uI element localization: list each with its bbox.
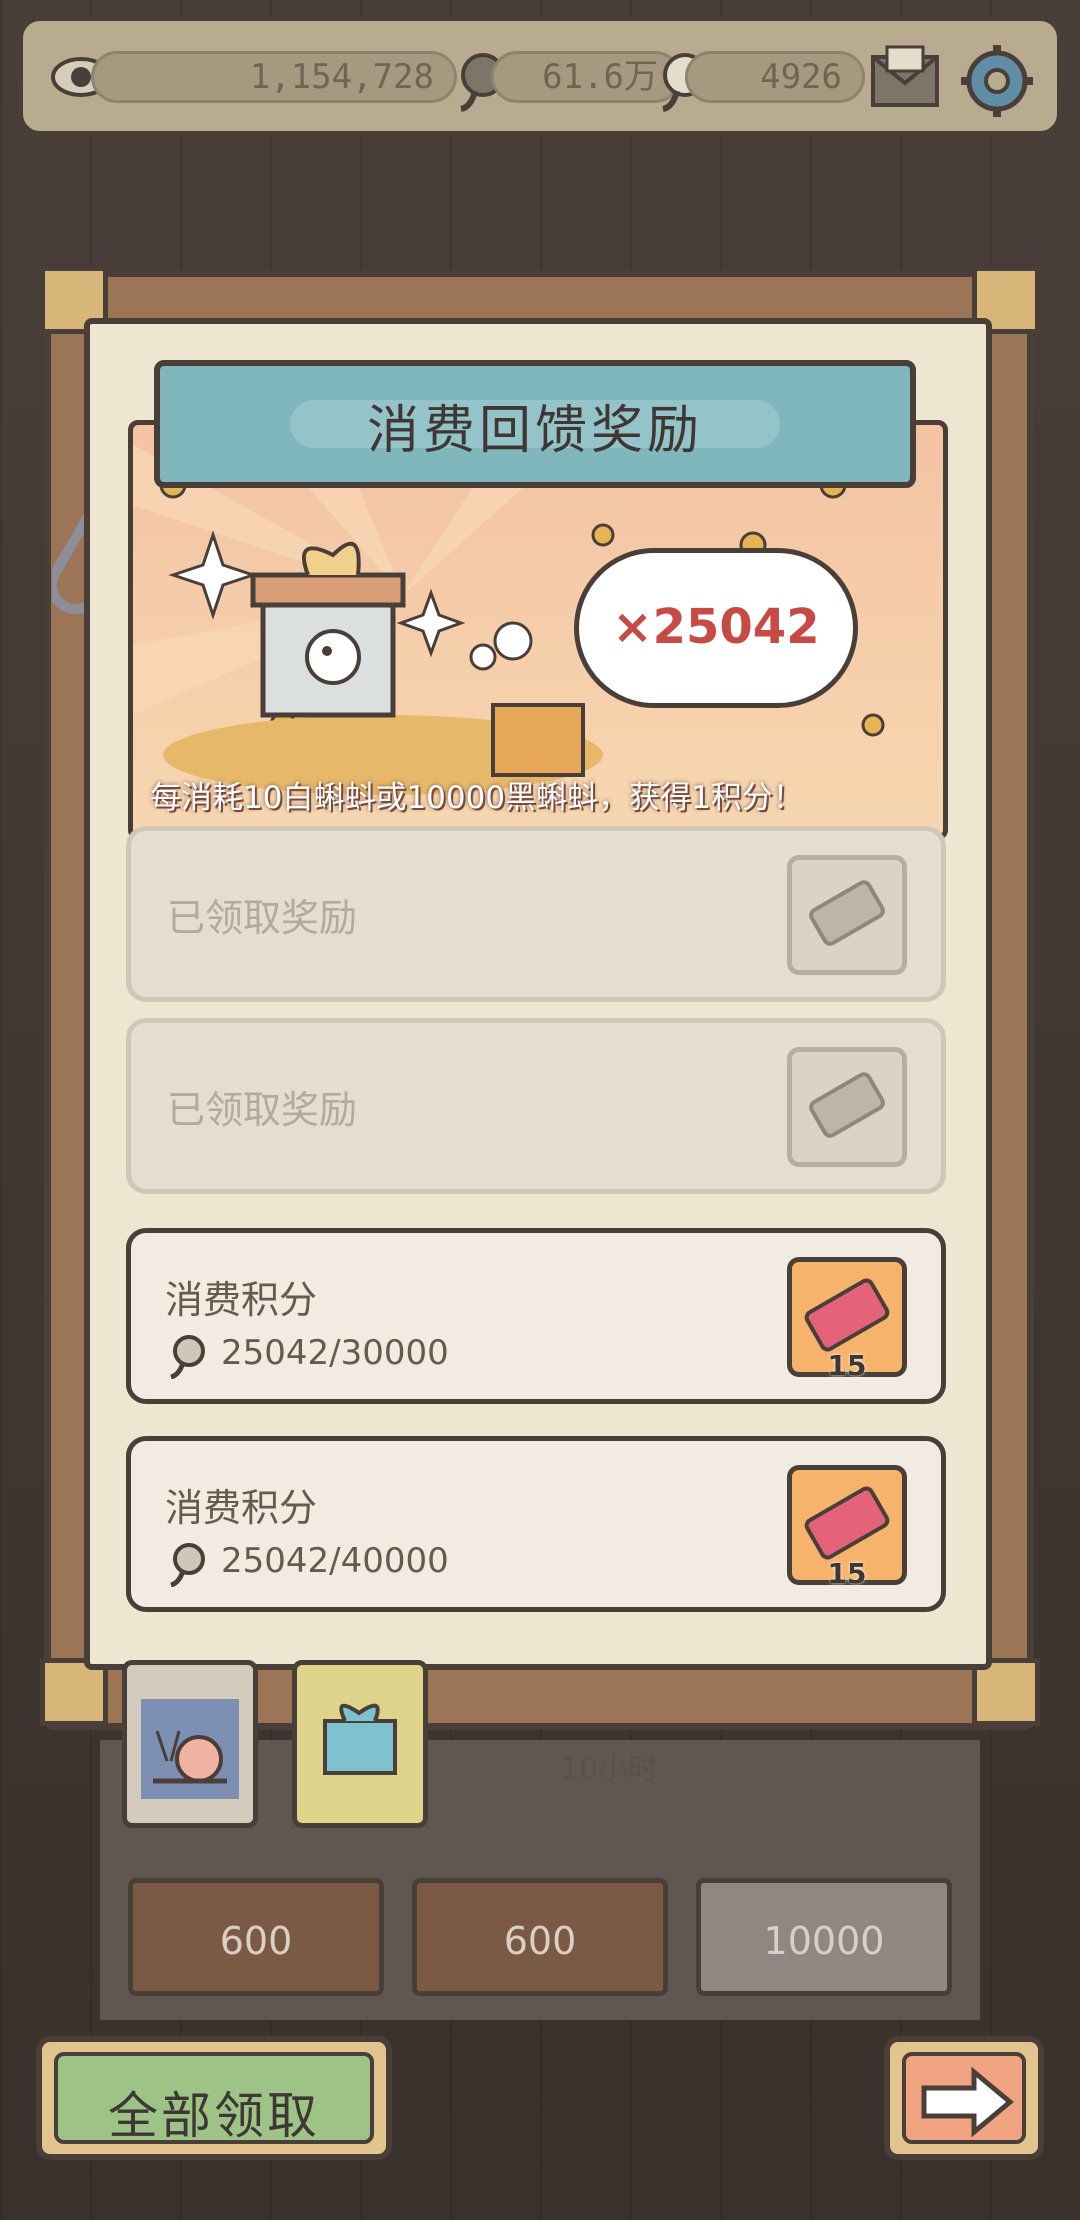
- reward-row-claimed: 已领取奖励: [126, 1018, 946, 1194]
- points-cloud: ×25042: [574, 548, 858, 708]
- views-counter: 1,154,728: [91, 51, 457, 103]
- settings-gear-icon[interactable]: [957, 41, 1037, 121]
- points-rule-text: 每消耗10白蝌蚪或10000黑蝌蚪，获得1积分！: [150, 780, 804, 816]
- claimed-label: 已领取奖励: [167, 1088, 358, 1132]
- tab-gift[interactable]: [292, 1660, 428, 1828]
- claimed-label: 已领取奖励: [167, 896, 358, 940]
- gift-box-icon: [323, 1703, 397, 1775]
- reward-count: 15: [827, 1557, 867, 1590]
- row-title: 消费积分: [165, 1278, 318, 1322]
- tadpole-points-icon: [170, 1335, 205, 1379]
- row-title: 消费积分: [165, 1486, 318, 1530]
- ticket-reward-claimed: [787, 1047, 907, 1167]
- ticket-icon: [809, 880, 885, 946]
- snail-icon: [141, 1699, 239, 1799]
- next-button-face: [902, 2052, 1026, 2144]
- white-tadpole-value: 4926: [760, 57, 842, 97]
- resource-bar: 1,154,728 61.6万 4926: [18, 16, 1062, 136]
- reward-row[interactable]: 消费积分 25042/40000 15: [126, 1436, 946, 1612]
- chest-price: 600: [503, 1919, 577, 1963]
- views-value: 1,154,728: [249, 57, 434, 97]
- next-button[interactable]: [884, 2036, 1044, 2160]
- chest-slot[interactable]: 600: [412, 1878, 668, 1996]
- row-progress: 25042/30000: [221, 1333, 449, 1373]
- reward-count: 15: [827, 1349, 867, 1382]
- claim-all-label: 全部领取: [108, 2087, 320, 2145]
- panel-title: 消费回馈奖励: [366, 401, 703, 461]
- tab-snail[interactable]: [122, 1660, 258, 1828]
- black-tadpole-counter: 61.6万: [491, 51, 681, 103]
- claim-all-button-face: 全部领取: [54, 2052, 374, 2145]
- chest-price: 600: [219, 1919, 293, 1963]
- tadpole-points-icon: [170, 1543, 205, 1587]
- chest-slot[interactable]: 600: [128, 1878, 384, 1996]
- chest-price: 10000: [763, 1919, 885, 1963]
- ticket-reward-claimed: [787, 855, 907, 975]
- timer-text: 10小时: [560, 1752, 659, 1787]
- row-progress: 25042/40000: [221, 1541, 449, 1581]
- arrow-right-icon: [921, 2066, 1014, 2138]
- mail-icon[interactable]: [867, 43, 947, 115]
- black-tadpole-value: 61.6万: [542, 57, 658, 97]
- ticket-icon: [809, 1072, 885, 1138]
- chest-slot[interactable]: 10000: [696, 1878, 952, 1996]
- title-banner: 消费回馈奖励: [154, 360, 916, 488]
- claim-all-button[interactable]: 全部领取: [36, 2036, 392, 2160]
- points-total: ×25042: [612, 599, 820, 655]
- ticket-reward[interactable]: 15: [787, 1465, 907, 1590]
- white-tadpole-counter: 4926: [685, 51, 865, 103]
- reward-row-claimed: 已领取奖励: [126, 826, 946, 1002]
- reward-row[interactable]: 消费积分 25042/30000 15: [126, 1228, 946, 1404]
- ticket-reward[interactable]: 15: [787, 1257, 907, 1382]
